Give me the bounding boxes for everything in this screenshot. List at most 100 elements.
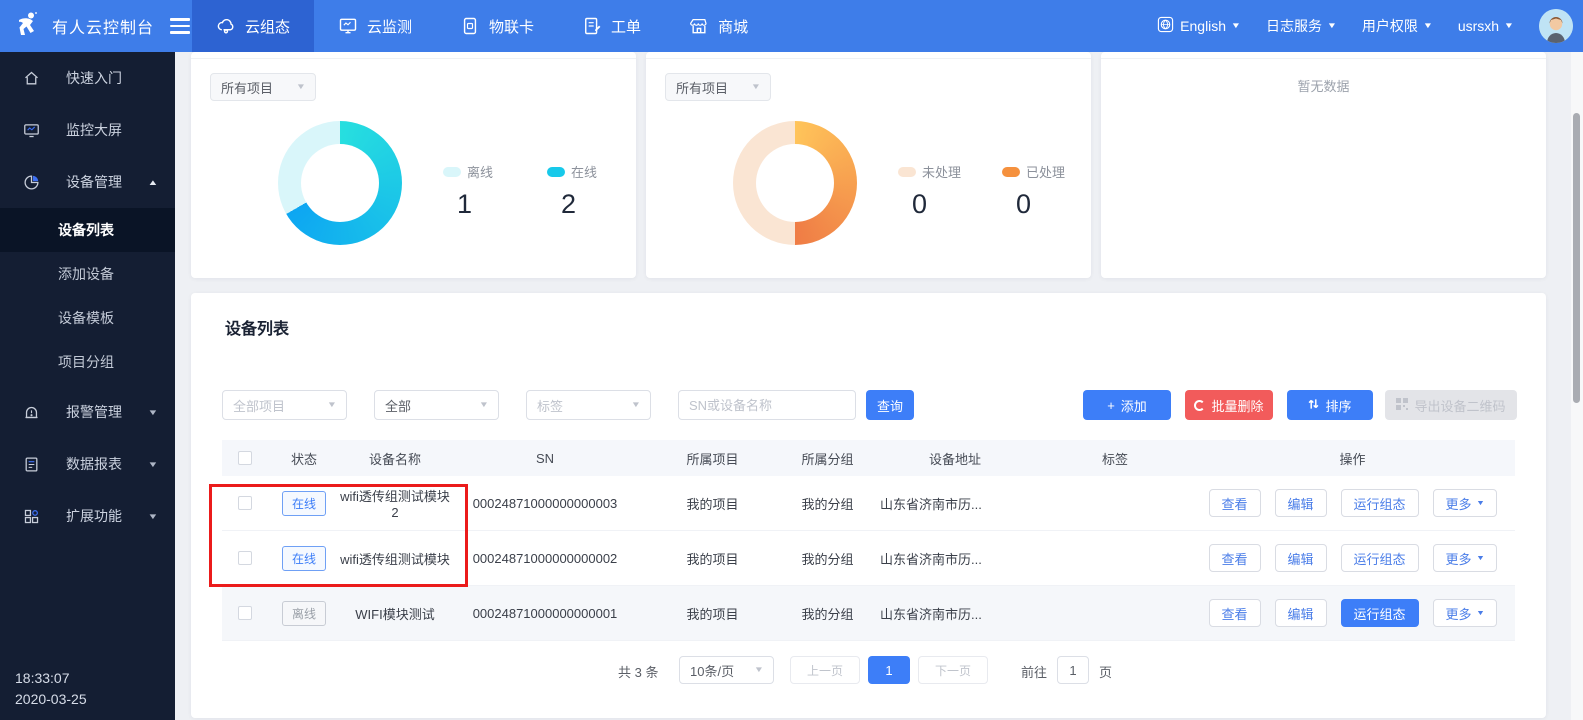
chevron-down-icon: ▼ xyxy=(1476,610,1485,617)
legend-value: 2 xyxy=(547,189,633,220)
table-row: 离线 WIFI模块测试 00024871000000000001 我的项目 我的… xyxy=(222,586,1515,641)
store-icon xyxy=(689,16,709,36)
sidebar-submenu: 设备列表 添加设备 设备模板 项目分组 xyxy=(0,208,175,384)
device-project: 我的项目 xyxy=(640,604,785,623)
legend-online: 在线 2 xyxy=(547,162,633,220)
sidebar-item-device-management[interactable]: 设备管理 ▲ xyxy=(0,156,175,208)
tab-iot-card[interactable]: 物联卡 xyxy=(436,0,558,52)
goto-page-input[interactable] xyxy=(1057,656,1089,684)
no-data-text: 暂无数据 xyxy=(1101,76,1546,95)
col-header-name: 设备名称 xyxy=(340,449,450,468)
filter-status-select[interactable]: 全部 ▼ xyxy=(374,390,499,420)
total-count: 共 3 条 xyxy=(618,662,658,681)
chevron-down-icon: ▼ xyxy=(1476,500,1485,507)
sidebar-item-alarm-management[interactable]: 报警管理 ▼ xyxy=(0,386,175,438)
row-checkbox[interactable] xyxy=(238,606,252,620)
top-nav: 云组态 云监测 物联卡 xyxy=(192,0,772,52)
filter-tag-select[interactable]: 标签 ▼ xyxy=(526,390,651,420)
select-value: 10条/页 xyxy=(690,661,734,680)
alarm-status-donut-chart xyxy=(733,121,857,245)
screen: 有人云控制台 云组态 xyxy=(0,0,1583,720)
edit-button[interactable]: 编辑 xyxy=(1275,599,1327,627)
batch-delete-label: 批量删除 xyxy=(1211,396,1263,415)
select-all-checkbox[interactable] xyxy=(238,451,252,465)
sidebar-item-project-group[interactable]: 项目分组 xyxy=(0,340,175,384)
sidebar-item-extended-functions[interactable]: 扩展功能 ▼ xyxy=(0,490,175,542)
chevron-down-icon: ▼ xyxy=(1476,555,1485,562)
more-button[interactable]: 更多 ▼ xyxy=(1433,489,1497,517)
sidebar-item-data-report[interactable]: 数据报表 ▼ xyxy=(0,438,175,490)
edit-button[interactable]: 编辑 xyxy=(1275,489,1327,517)
apps-grid-icon xyxy=(22,507,40,525)
sort-button[interactable]: 排序 xyxy=(1287,390,1373,420)
view-button[interactable]: 查看 xyxy=(1209,544,1261,572)
device-status-donut-chart xyxy=(278,121,402,245)
online-swatch-icon xyxy=(547,167,565,177)
sidebar-item-label: 快速入门 xyxy=(66,68,122,88)
prev-page-button[interactable]: 上一页 xyxy=(790,656,860,684)
tab-cloud-scada[interactable]: 云组态 xyxy=(192,0,314,52)
legend-label: 离线 xyxy=(467,162,493,181)
topbar-right: English ▼ 日志服务 ▼ 用户权限 ▼ usrsxh ▼ xyxy=(1157,0,1573,52)
project-filter-select[interactable]: 所有项目 ▼ xyxy=(665,73,771,101)
select-value: 所有项目 xyxy=(676,78,728,97)
legend-value: 0 xyxy=(1002,189,1088,220)
device-address: 山东省济南市历... xyxy=(870,494,1040,513)
view-button[interactable]: 查看 xyxy=(1209,489,1261,517)
col-header-status: 状态 xyxy=(268,449,340,468)
run-scada-button[interactable]: 运行组态 xyxy=(1341,489,1419,517)
current-page-button[interactable]: 1 xyxy=(868,656,910,684)
home-icon xyxy=(22,69,40,87)
device-sn: 00024871000000000003 xyxy=(450,496,640,511)
add-button[interactable]: + 添加 xyxy=(1083,390,1171,420)
sidebar-item-device-list[interactable]: 设备列表 xyxy=(0,208,175,252)
project-filter-select[interactable]: 所有项目 ▼ xyxy=(210,73,316,101)
device-group: 我的分组 xyxy=(785,494,870,513)
legend-value: 1 xyxy=(443,189,529,220)
cloud-icon xyxy=(216,16,236,36)
user-rights-menu[interactable]: 用户权限 ▼ xyxy=(1362,16,1432,36)
filter-project-select[interactable]: 全部项目 ▼ xyxy=(222,390,347,420)
brand: 有人云控制台 xyxy=(14,0,190,52)
sidebar-item-quick-start[interactable]: 快速入门 xyxy=(0,52,175,104)
row-checkbox[interactable] xyxy=(238,496,252,510)
row-checkbox[interactable] xyxy=(238,551,252,565)
menu-toggle-icon[interactable] xyxy=(170,18,190,34)
chevron-up-icon: ▲ xyxy=(147,178,158,187)
device-name: wifi透传组测试模块2 xyxy=(340,486,450,520)
view-button[interactable]: 查看 xyxy=(1209,599,1261,627)
scrollbar-track[interactable] xyxy=(1571,52,1583,720)
query-button[interactable]: 查询 xyxy=(866,390,914,420)
log-service-menu[interactable]: 日志服务 ▼ xyxy=(1266,16,1336,36)
search-input[interactable] xyxy=(678,390,856,420)
avatar[interactable] xyxy=(1539,9,1573,43)
edit-button[interactable]: 编辑 xyxy=(1275,544,1327,572)
legend-unprocessed: 未处理 0 xyxy=(898,162,984,220)
batch-delete-button[interactable]: 批量删除 xyxy=(1185,390,1273,420)
sidebar-item-add-device[interactable]: 添加设备 xyxy=(0,252,175,296)
device-project: 我的项目 xyxy=(640,494,785,513)
tab-cloud-monitor[interactable]: 云监测 xyxy=(314,0,436,52)
page-size-select[interactable]: 10条/页 ▼ xyxy=(679,656,774,684)
run-scada-button[interactable]: 运行组态 xyxy=(1341,544,1419,572)
export-qr-button[interactable]: 导出设备二维码 xyxy=(1385,390,1517,420)
language-menu[interactable]: English ▼ xyxy=(1157,16,1240,36)
col-header-sn: SN xyxy=(450,451,640,466)
scrollbar-thumb[interactable] xyxy=(1573,113,1580,403)
table-row: 在线 wifi透传组测试模块2 00024871000000000003 我的项… xyxy=(222,476,1515,531)
tab-mall[interactable]: 商城 xyxy=(665,0,772,52)
more-button[interactable]: 更多 ▼ xyxy=(1433,544,1497,572)
sidebar-item-monitor-screen[interactable]: 监控大屏 xyxy=(0,104,175,156)
next-page-button[interactable]: 下一页 xyxy=(918,656,988,684)
more-button[interactable]: 更多 ▼ xyxy=(1433,599,1497,627)
col-header-actions: 操作 xyxy=(1190,449,1515,468)
username-label: usrsxh xyxy=(1458,18,1499,34)
sidebar-item-device-template[interactable]: 设备模板 xyxy=(0,296,175,340)
user-menu[interactable]: usrsxh ▼ xyxy=(1458,18,1513,34)
more-label: 更多 xyxy=(1446,494,1472,513)
chevron-down-icon: ▼ xyxy=(1423,22,1433,30)
tab-work-order[interactable]: 工单 xyxy=(558,0,665,52)
run-scada-button[interactable]: 运行组态 xyxy=(1341,599,1419,627)
device-table: 状态 设备名称 SN 所属项目 所属分组 设备地址 标签 操作 在线 wifi透… xyxy=(222,440,1515,641)
device-address: 山东省济南市历... xyxy=(870,549,1040,568)
